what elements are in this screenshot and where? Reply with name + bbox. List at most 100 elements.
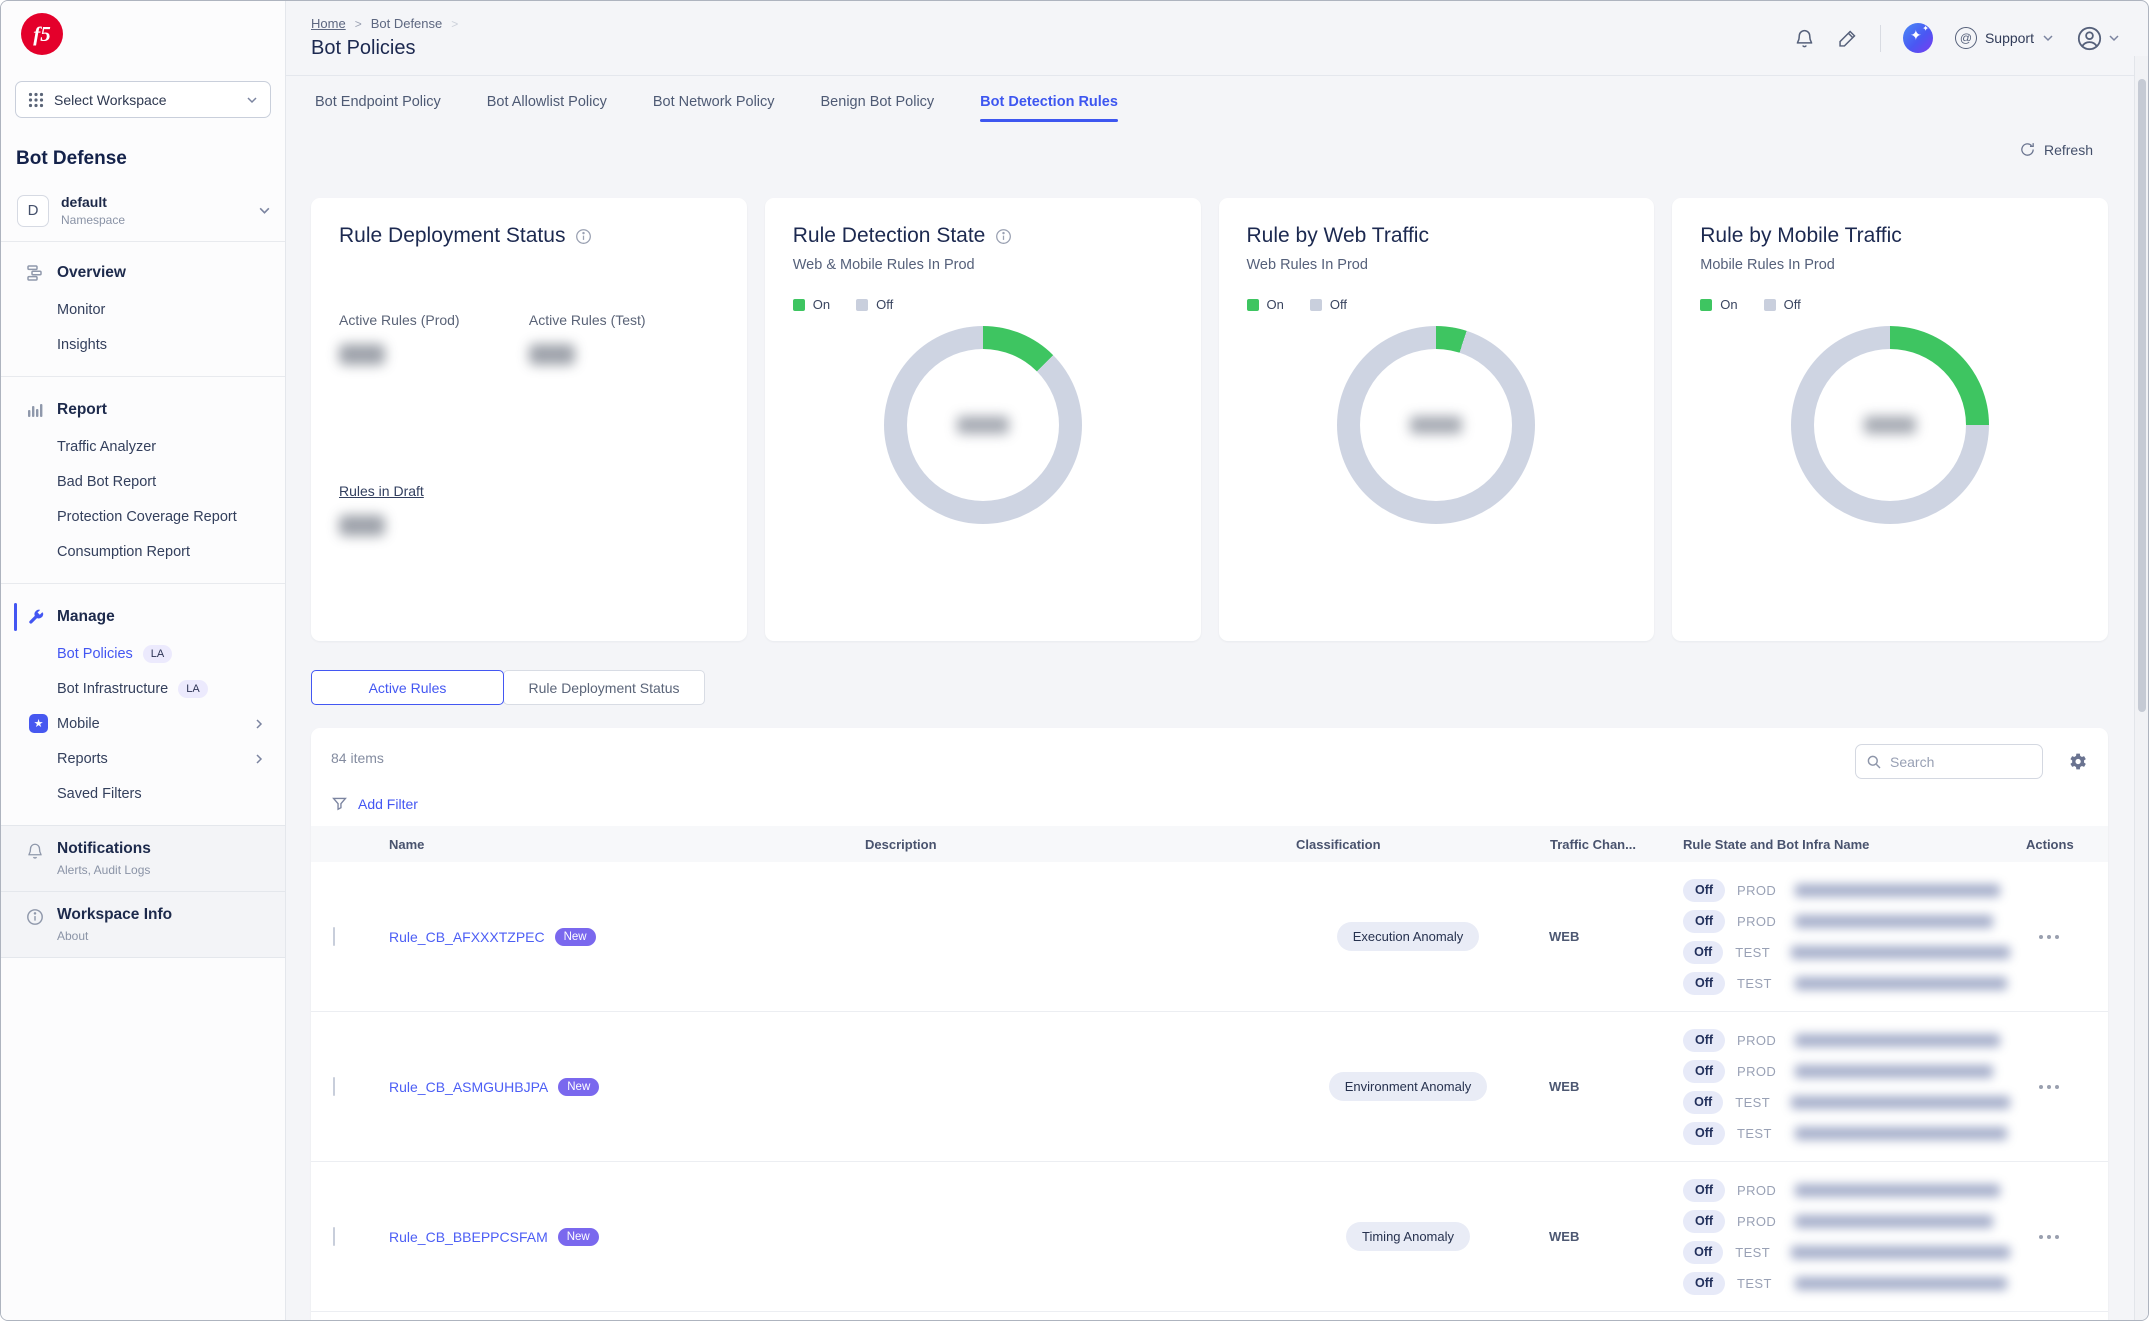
- sidebar-item-consumption-report[interactable]: Consumption Report: [1, 534, 285, 569]
- classification-pill: Timing Anomaly: [1346, 1222, 1470, 1251]
- rules-in-draft-link[interactable]: Rules in Draft: [339, 483, 424, 499]
- breadcrumb-home-link[interactable]: Home: [311, 16, 346, 31]
- f5-logo[interactable]: f5: [21, 13, 63, 55]
- sidebar-item-protection-coverage-report[interactable]: Protection Coverage Report: [1, 499, 285, 534]
- breadcrumb-section[interactable]: Bot Defense: [371, 16, 443, 31]
- card-subtitle: Web & Mobile Rules In Prod: [793, 257, 1173, 273]
- row-actions-menu[interactable]: [2039, 1085, 2059, 1089]
- theme-brush-icon[interactable]: [1837, 28, 1858, 49]
- gear-icon[interactable]: [2067, 751, 2088, 772]
- workspace-selector-label: Select Workspace: [54, 92, 246, 108]
- legend-off-swatch: [1310, 299, 1322, 311]
- divider: [1880, 25, 1881, 52]
- tab-bot-detection-rules[interactable]: Bot Detection Rules: [980, 94, 1118, 122]
- toggle-rule-deployment-status[interactable]: Rule Deployment Status: [503, 670, 705, 705]
- main-content: Home > Bot Defense > Bot Policies: [286, 1, 2148, 1320]
- sidebar-workspace-info[interactable]: Workspace Info About: [1, 892, 285, 958]
- rule-name-link[interactable]: Rule_CB_BBEPPCSFAM: [389, 1229, 548, 1245]
- traffic-channel: WEB: [1533, 929, 1663, 944]
- sidebar-item-monitor[interactable]: Monitor: [1, 292, 285, 327]
- summary-cards: Rule Deployment Status Active Rules (Pro…: [311, 198, 2108, 641]
- tab-bot-endpoint-policy[interactable]: Bot Endpoint Policy: [315, 94, 441, 122]
- new-badge: New: [558, 1228, 599, 1246]
- state-badge: Off: [1683, 1091, 1723, 1114]
- sidebar-item-bad-bot-report[interactable]: Bad Bot Report: [1, 464, 285, 499]
- row-checkbox[interactable]: [333, 1227, 335, 1246]
- add-filter-button[interactable]: Add Filter: [331, 795, 2088, 812]
- search-input[interactable]: [1890, 754, 2032, 770]
- support-menu[interactable]: Support: [1955, 27, 2054, 49]
- card-title: Rule by Mobile Traffic: [1700, 224, 1902, 248]
- sidebar-item-mobile[interactable]: Mobile: [1, 706, 285, 741]
- sidebar-section-manage[interactable]: Manage: [1, 598, 285, 636]
- user-avatar-icon: [2076, 25, 2103, 52]
- state-badge: Off: [1683, 1060, 1725, 1083]
- mobile-star-icon: [29, 714, 48, 733]
- vertical-scrollbar[interactable]: [2134, 56, 2148, 1320]
- namespace-selector[interactable]: D default Namespace: [17, 194, 271, 227]
- sidebar-section-overview[interactable]: Overview: [1, 254, 285, 292]
- ai-assistant-icon[interactable]: [1903, 23, 1933, 53]
- page-title: Bot Policies: [311, 37, 416, 60]
- workspace-selector[interactable]: Select Workspace: [15, 81, 271, 118]
- row-checkbox[interactable]: [333, 927, 335, 946]
- traffic-channel: WEB: [1533, 1079, 1663, 1094]
- stat-label: Active Rules (Test): [529, 312, 719, 328]
- state-badge: Off: [1683, 879, 1725, 902]
- chevron-down-icon: [258, 204, 271, 217]
- legend-on-swatch: [1247, 299, 1259, 311]
- sidebar: f5 Select Workspace Bot Defense D defaul…: [1, 1, 286, 1320]
- stat-label: Active Rules (Prod): [339, 312, 529, 328]
- legend-off-swatch: [1764, 299, 1776, 311]
- legend-on-swatch: [793, 299, 805, 311]
- rule-name-link[interactable]: Rule_CB_AFXXXTZPEC: [389, 929, 545, 945]
- tab-bot-network-policy[interactable]: Bot Network Policy: [653, 94, 775, 122]
- sidebar-item-saved-filters[interactable]: Saved Filters: [1, 776, 285, 811]
- blurred-value: [339, 515, 385, 536]
- column-actions: Actions: [2010, 837, 2088, 852]
- view-toggle: Active Rules Rule Deployment Status: [311, 670, 705, 705]
- blurred-value: [1410, 416, 1462, 434]
- state-badge: Off: [1683, 1241, 1723, 1264]
- support-icon: [1955, 27, 1977, 49]
- sidebar-nav: Overview Monitor Insights Report Traffic…: [1, 242, 285, 825]
- info-circle-icon[interactable]: [575, 228, 592, 245]
- tab-bot-allowlist-policy[interactable]: Bot Allowlist Policy: [487, 94, 607, 122]
- row-actions-menu[interactable]: [2039, 1235, 2059, 1239]
- search-box[interactable]: [1855, 744, 2043, 779]
- state-badge: Off: [1683, 1029, 1725, 1052]
- sidebar-item-bot-infrastructure[interactable]: Bot Infrastructure LA: [1, 671, 285, 706]
- donut-legend: On Off: [793, 297, 1173, 312]
- blurred-infra-name: [1795, 884, 2000, 897]
- policy-tabs: Bot Endpoint Policy Bot Allowlist Policy…: [315, 94, 1118, 122]
- sidebar-notifications[interactable]: Notifications Alerts, Audit Logs: [1, 825, 285, 892]
- web-traffic-donut: [1337, 326, 1535, 524]
- chevron-down-icon: [2042, 32, 2054, 44]
- product-title: Bot Defense: [16, 148, 285, 170]
- sidebar-item-traffic-analyzer[interactable]: Traffic Analyzer: [1, 429, 285, 464]
- sidebar-item-reports[interactable]: Reports: [1, 741, 285, 776]
- column-rule-state: Rule State and Bot Infra Name: [1663, 837, 2010, 852]
- card-rule-by-mobile-traffic: Rule by Mobile Traffic Mobile Rules In P…: [1672, 198, 2108, 641]
- rule-name-link[interactable]: Rule_CB_ASMGUHBJPA: [389, 1079, 548, 1095]
- scrollbar-thumb[interactable]: [2138, 79, 2146, 712]
- blurred-infra-name: [1795, 1277, 2007, 1290]
- refresh-button[interactable]: Refresh: [2019, 141, 2093, 158]
- new-badge: New: [555, 928, 596, 946]
- info-circle-icon[interactable]: [995, 228, 1012, 245]
- table-header: Name Description Classification Traffic …: [311, 826, 2108, 862]
- notifications-bell-icon[interactable]: [1794, 28, 1815, 49]
- sidebar-item-bot-policies[interactable]: Bot Policies LA: [1, 636, 285, 671]
- sidebar-item-insights[interactable]: Insights: [1, 327, 285, 362]
- sidebar-section-report[interactable]: Report: [1, 391, 285, 429]
- row-actions-menu[interactable]: [2039, 935, 2059, 939]
- tab-benign-bot-policy[interactable]: Benign Bot Policy: [821, 94, 935, 122]
- table-row: Rule_CB_ASMGUHBJPA New Environment Anoma…: [311, 1012, 2108, 1162]
- toggle-active-rules[interactable]: Active Rules: [311, 670, 504, 705]
- search-icon: [1866, 754, 1882, 770]
- row-checkbox[interactable]: [333, 1077, 335, 1096]
- card-rule-detection-state: Rule Detection State Web & Mobile Rules …: [765, 198, 1201, 641]
- donut-legend: On Off: [1700, 297, 2080, 312]
- user-menu[interactable]: [2076, 25, 2120, 52]
- legend-on-swatch: [1700, 299, 1712, 311]
